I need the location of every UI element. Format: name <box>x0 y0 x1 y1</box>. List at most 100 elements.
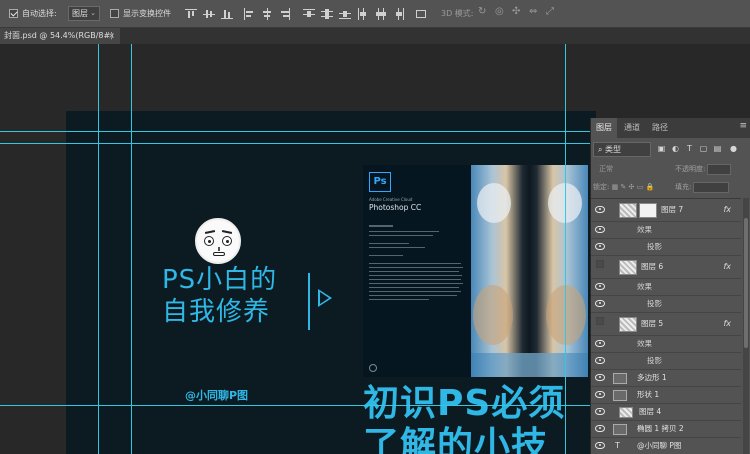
layer-effect-label: 投影 <box>647 356 662 365</box>
fill-input[interactable] <box>693 181 730 193</box>
eye-icon[interactable] <box>595 357 605 364</box>
eye-icon[interactable] <box>595 283 605 290</box>
lock-icons[interactable]: ▦ ✎ ✣ ▭ 🔒 <box>612 183 655 191</box>
layer-row[interactable]: 椭圆 1 拷贝 2 <box>591 421 741 438</box>
filter-toggle-icon[interactable]: ● <box>729 143 738 154</box>
fx-icon[interactable]: fx <box>723 256 731 278</box>
rotate-3d-icon[interactable]: ↻ <box>478 6 486 17</box>
layer-row[interactable]: 图层 4 <box>591 404 741 421</box>
layer-row[interactable]: 图层 7 fx <box>591 199 741 222</box>
align-left-icon[interactable] <box>243 8 255 20</box>
layer-row[interactable]: 形状 1 <box>591 387 741 404</box>
guide-line[interactable] <box>98 44 99 454</box>
layer-row[interactable]: 图层 6 fx <box>591 256 741 279</box>
distribute-top-icon[interactable] <box>303 8 315 20</box>
layer-name: @小同聊 P图 <box>637 441 682 450</box>
show-transform-checkbox[interactable] <box>110 9 119 18</box>
visibility-toggle[interactable] <box>596 260 604 268</box>
eye-icon[interactable] <box>595 425 605 432</box>
panel-menu-icon[interactable]: ≡ <box>739 121 747 131</box>
splash-text-line <box>369 271 459 272</box>
layer-filter-dropdown[interactable]: ⌕ 类型 <box>593 142 651 157</box>
splash-app-name: Photoshop CC <box>369 203 422 212</box>
layer-thumbnail <box>619 407 633 418</box>
splash-text-line <box>369 263 461 264</box>
align-right-icon[interactable] <box>279 8 291 20</box>
distribute-right-icon[interactable] <box>393 8 405 20</box>
eye-icon[interactable] <box>595 408 605 415</box>
layer-effects-row[interactable]: 效果 <box>591 336 741 353</box>
eye-icon[interactable] <box>595 243 605 250</box>
distribute-bottom-icon[interactable] <box>339 8 351 20</box>
layer-name: 图层 6 <box>641 262 664 271</box>
auto-select-label: 自动选择: <box>22 9 57 18</box>
distribute-vcenter-icon[interactable] <box>321 8 333 20</box>
filter-smart-object-icon[interactable]: ▤ <box>713 143 722 154</box>
scale-3d-icon[interactable]: ⤢ <box>546 6 554 17</box>
layer-effect-row[interactable]: 投影 <box>591 296 741 313</box>
eye-icon[interactable] <box>595 300 605 307</box>
eye-icon[interactable] <box>595 374 605 381</box>
drag-3d-icon[interactable]: ✣ <box>512 6 520 17</box>
scrollbar[interactable] <box>743 198 749 454</box>
guide-line[interactable] <box>131 44 132 454</box>
eye-icon[interactable] <box>595 206 605 213</box>
fx-icon[interactable]: fx <box>723 313 731 335</box>
distribute-left-icon[interactable] <box>357 8 369 20</box>
layer-effect-row[interactable]: 投影 <box>591 353 741 370</box>
slide-3d-icon[interactable]: ⇔ <box>529 6 537 17</box>
shape-layer-icon <box>613 424 627 435</box>
eye-icon[interactable] <box>595 442 605 449</box>
splash-text-line <box>369 255 403 256</box>
document-tab-bar: 封面.psd @ 54.4%(RGB/8#) × <box>0 28 750 44</box>
eye-icon[interactable] <box>595 391 605 398</box>
align-bottom-icon[interactable] <box>221 8 233 20</box>
auto-align-icon[interactable] <box>415 8 427 20</box>
mode-3d-label: 3D 模式: <box>441 9 474 18</box>
blend-mode-dropdown[interactable]: 正常 <box>593 162 651 176</box>
document-tab[interactable]: 封面.psd @ 54.4%(RGB/8#) × <box>0 28 120 44</box>
layer-row[interactable]: 多边形 1 <box>591 370 741 387</box>
distribute-hcenter-icon[interactable] <box>375 8 387 20</box>
layer-effects-row[interactable]: 效果 <box>591 222 741 239</box>
filter-pixel-icon[interactable]: ▣ <box>657 143 666 154</box>
tab-paths[interactable]: 路径 <box>647 118 673 138</box>
roll-3d-icon[interactable]: ◎ <box>495 6 504 17</box>
splash-text-line <box>369 287 459 288</box>
align-top-icon[interactable] <box>185 8 197 20</box>
fx-icon[interactable]: fx <box>723 199 731 221</box>
filter-shape-icon[interactable]: ▢ <box>699 143 708 154</box>
align-vcenter-icon[interactable] <box>203 8 215 20</box>
filter-adjustment-icon[interactable]: ◐ <box>671 143 680 154</box>
align-hcenter-icon[interactable] <box>261 8 273 20</box>
layer-thumbnail <box>619 203 637 218</box>
splash-text-line <box>369 243 409 244</box>
close-icon[interactable]: × <box>108 28 115 44</box>
layer-row[interactable]: T @小同聊 P图 <box>591 438 741 454</box>
chevron-down-icon: ⌄ <box>90 9 96 17</box>
eye-icon[interactable] <box>595 340 605 347</box>
layer-effects-row[interactable]: 效果 <box>591 279 741 296</box>
auto-select-checkbox[interactable] <box>9 9 18 18</box>
guide-line[interactable] <box>565 44 566 454</box>
canvas[interactable]: PS小白的 自我修养 @小同聊P图 Ps Adobe Creative Clou… <box>66 111 596 454</box>
layer-row[interactable]: 图层 5 fx <box>591 313 741 336</box>
search-icon: ⌕ <box>598 145 606 154</box>
opacity-input[interactable] <box>707 163 732 175</box>
splash-text-line <box>369 267 463 268</box>
splash-text-line <box>369 231 439 232</box>
play-icon <box>318 289 332 307</box>
layer-name: 多边形 1 <box>637 373 667 382</box>
auto-select-dropdown[interactable]: 图层 ⌄ <box>68 6 100 21</box>
visibility-toggle[interactable] <box>596 317 604 325</box>
layer-effect-label: 投影 <box>647 242 662 251</box>
cover-title: PS小白的 自我修养 <box>162 264 302 328</box>
tab-channels[interactable]: 通道 <box>619 118 645 138</box>
layer-effect-row[interactable]: 投影 <box>591 239 741 256</box>
eye-icon[interactable] <box>595 226 605 233</box>
shape-layer-icon <box>613 390 627 401</box>
scrollbar-thumb[interactable] <box>744 218 748 348</box>
tab-layers[interactable]: 图层 <box>591 118 617 138</box>
splash-text-line <box>369 291 461 292</box>
filter-type-icon[interactable]: T <box>685 143 694 154</box>
